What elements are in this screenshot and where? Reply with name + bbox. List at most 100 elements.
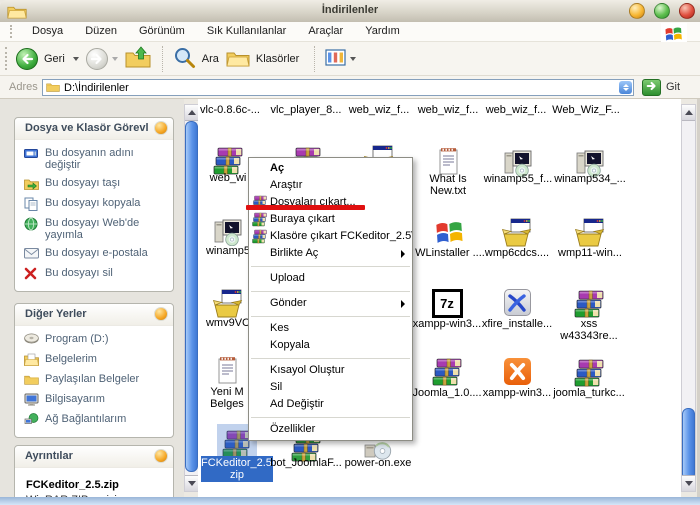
file-label: joomla_turkc...	[551, 387, 627, 399]
rename-icon	[24, 147, 39, 161]
context-menu-item-upload[interactable]: Upload	[249, 270, 412, 287]
panel-header-details[interactable]: Ayrıntılar	[15, 446, 173, 468]
sidebar-item-bilgisayarim[interactable]: Bilgisayarım	[24, 393, 169, 407]
back-dropdown-caret[interactable]	[73, 57, 79, 61]
sidebar-item-delete-file[interactable]: Bu dosyayı sil	[24, 267, 169, 281]
sidebar-item-rename-file[interactable]: Bu dosyanın adını değiştir	[24, 147, 169, 171]
sidebar-item-label: Bu dosyayı e-postala	[45, 247, 148, 261]
context-menu-item-copy[interactable]: Kopyala	[249, 337, 412, 354]
context-menu-separator	[249, 354, 412, 362]
file-label-line: vlc-0.8.6c-...	[198, 104, 268, 116]
address-dropdown-spinner[interactable]	[619, 81, 632, 94]
pc-cd-icon	[208, 212, 248, 246]
context-menu-item-create-shortcut[interactable]: Kısayol Oluştur	[249, 362, 412, 379]
forward-dropdown-caret[interactable]	[112, 57, 118, 61]
menu-yardim[interactable]: Yardım	[354, 22, 411, 41]
context-menu-item-send-to[interactable]: Gönder	[249, 295, 412, 312]
context-menu-item-rename[interactable]: Ad Değiştir	[249, 396, 412, 413]
panel-collapse-button[interactable]	[154, 449, 168, 463]
panel-collapse-button[interactable]	[154, 121, 168, 135]
sidebar-scroll-up-button[interactable]	[185, 105, 198, 121]
panel-header-other-places[interactable]: Diğer Yerler	[15, 304, 173, 326]
content-scroll-thumb[interactable]	[682, 408, 695, 480]
file-label-line: xampp-win3...	[409, 318, 485, 330]
file-label: FCKeditor_2.5.zip	[201, 456, 273, 482]
forward-button[interactable]	[86, 48, 122, 70]
context-menu-item-cut[interactable]: Kes	[249, 320, 412, 337]
file-label-line: New.txt	[410, 185, 486, 197]
context-menu-item-extract-to-folder[interactable]: Klasöre çıkart FCKeditor_2.5\	[249, 228, 412, 245]
sidebar-item-belgelerim[interactable]: Belgelerim	[24, 353, 169, 367]
back-label: Geri	[44, 53, 65, 65]
search-icon	[173, 46, 196, 72]
details-file-name: FCKeditor_2.5.zip	[26, 479, 169, 491]
menu-duzen[interactable]: Düzen	[74, 22, 128, 41]
sidebar-item-move-file[interactable]: Bu dosyayı taşı	[24, 177, 169, 191]
toolbar: Geri Ara Klasörler	[0, 42, 700, 76]
back-icon	[16, 48, 38, 70]
menu-sik-kullanilanlar[interactable]: Sık Kullanılanlar	[196, 22, 298, 41]
go-label: Git	[666, 81, 680, 93]
file-label: WLinstaller ....	[412, 247, 488, 259]
file-label: xfire_installe...	[479, 318, 555, 330]
panel-header-file-tasks[interactable]: Dosya ve Klasör Görevl	[15, 118, 173, 140]
menu-dosya[interactable]: Dosya	[21, 22, 74, 41]
sidebar-item-publish-file[interactable]: Bu dosyayı Web'de yayımla	[24, 217, 169, 241]
maximize-button[interactable]	[654, 3, 670, 19]
sidebar-item-ag-baglantilarim[interactable]: Ağ Bağlantılarım	[24, 413, 169, 427]
file-label-line: winamp55_f...	[480, 173, 556, 185]
close-button[interactable]	[679, 3, 695, 19]
winrar-icon	[427, 352, 467, 386]
sidebar-item-paylasilan-belgeler[interactable]: Paylaşılan Belgeler	[24, 373, 169, 387]
context-menu-separator	[249, 262, 412, 270]
file-label: What IsNew.txt	[410, 173, 486, 197]
views-dropdown-caret[interactable]	[350, 57, 356, 61]
folders-icon	[226, 48, 250, 70]
context-menu-item-extract-here[interactable]: Buraya çıkart	[249, 211, 412, 228]
go-button[interactable]	[642, 79, 661, 96]
menu-araclar[interactable]: Araçlar	[297, 22, 354, 41]
sidebar-scrollbar[interactable]	[184, 104, 199, 492]
toolbar-grip[interactable]	[5, 47, 10, 70]
menu-bar: DosyaDüzenGörünümSık KullanılanlarAraçla…	[0, 22, 700, 42]
search-button[interactable]: Ara	[173, 46, 223, 72]
content-scrollbar[interactable]	[681, 104, 696, 492]
sidebar-item-label: Bu dosyayı kopyala	[45, 197, 140, 211]
context-menu-item-properties[interactable]: Özellikler	[249, 421, 412, 438]
installer-icon	[208, 284, 248, 318]
content-scroll-down-button[interactable]	[682, 475, 695, 491]
file-label-line: joomla_turkc...	[551, 387, 627, 399]
toolbar-separator	[162, 46, 165, 72]
sidebar-item-label: Belgelerim	[45, 353, 97, 367]
folders-button[interactable]: Klasörler	[226, 48, 303, 70]
sidebar-item-copy-file[interactable]: Bu dosyayı kopyala	[24, 197, 169, 211]
panel-title: Dosya ve Klasör Görevl	[25, 122, 149, 134]
window-bottom-border	[0, 497, 700, 505]
address-input[interactable]: D:\İndirilenler	[42, 79, 634, 96]
up-button[interactable]	[125, 46, 151, 71]
address-folder-icon	[46, 81, 60, 95]
submenu-arrow-icon	[401, 300, 405, 308]
sidebar-scroll-thumb[interactable]	[185, 121, 198, 472]
context-menu-item-open-with[interactable]: Birlikte Aç	[249, 245, 412, 262]
context-menu-item-explore[interactable]: Araştır	[249, 177, 412, 194]
menu-gorunum[interactable]: Görünüm	[128, 22, 196, 41]
context-menu-item-delete[interactable]: Sil	[249, 379, 412, 396]
file-label-line: web_wiz_f...	[410, 104, 486, 116]
views-button[interactable]	[325, 48, 360, 70]
minimize-button[interactable]	[629, 3, 645, 19]
xfire-icon	[497, 282, 537, 316]
context-menu-item-open[interactable]: Aç	[249, 160, 412, 177]
panel-body: Program (D:) Belgelerim Paylaşılan Belgele…	[15, 326, 173, 437]
file-label: winamp534_...	[552, 173, 628, 185]
file-label: winamp55_f...	[480, 173, 556, 185]
sidebar-item-email-file[interactable]: Bu dosyayı e-postala	[24, 247, 169, 261]
sidebar-item-program-d[interactable]: Program (D:)	[24, 333, 169, 347]
panel-collapse-button[interactable]	[154, 307, 168, 321]
back-button[interactable]: Geri	[16, 48, 83, 70]
email-icon	[24, 247, 39, 261]
content-scroll-up-button[interactable]	[682, 105, 695, 121]
menubar-grip[interactable]	[10, 25, 15, 38]
sharedfolder-icon	[24, 373, 39, 387]
sidebar-scroll-down-button[interactable]	[185, 475, 198, 491]
